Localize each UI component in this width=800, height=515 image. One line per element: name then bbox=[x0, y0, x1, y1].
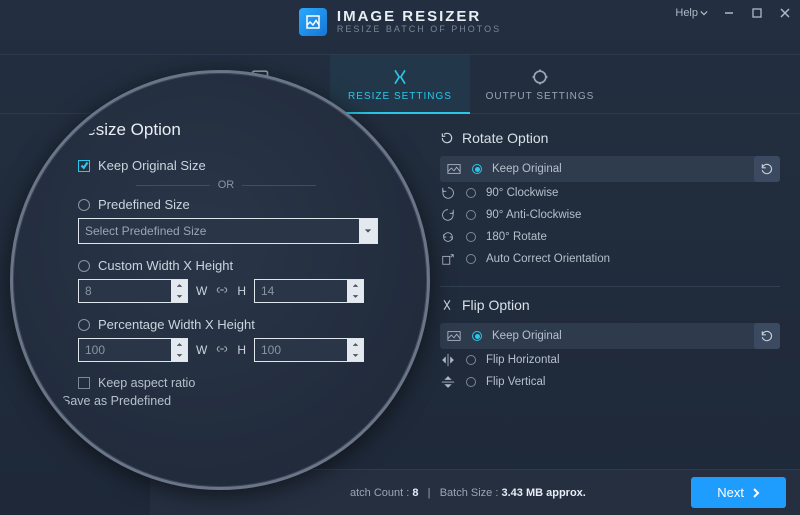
percent-width-value: 100 bbox=[85, 343, 105, 357]
checkbox-icon bbox=[78, 377, 90, 389]
chevron-right-icon bbox=[752, 488, 760, 498]
flip-icon bbox=[440, 298, 454, 312]
custom-label: Custom Width X Height bbox=[98, 258, 233, 273]
spinner-icon[interactable] bbox=[347, 280, 363, 302]
batch-size-value: 3.43 MB approx. bbox=[501, 487, 585, 499]
custom-size-option[interactable]: Custom Width X Height bbox=[78, 258, 390, 273]
maximize-button[interactable] bbox=[750, 6, 764, 20]
rotate-180[interactable]: 180° Rotate bbox=[440, 226, 780, 248]
flip-keep-label: Keep Original bbox=[492, 330, 562, 342]
tab-output-settings[interactable]: OUTPUT SETTINGS bbox=[470, 55, 610, 113]
rotate-keep-original[interactable]: Keep Original bbox=[440, 156, 780, 182]
image-icon bbox=[446, 329, 462, 343]
custom-width-value: 8 bbox=[85, 284, 92, 298]
reset-rotate-button[interactable] bbox=[754, 156, 780, 182]
gear-icon bbox=[530, 67, 550, 87]
flip-horizontal[interactable]: Flip Horizontal bbox=[440, 349, 780, 371]
rotate-acw-icon bbox=[440, 208, 456, 222]
predefined-size-select[interactable]: Select Predefined Size bbox=[78, 218, 378, 244]
flip-v-icon bbox=[440, 375, 456, 389]
help-menu[interactable]: Help bbox=[675, 7, 708, 19]
percentage-size-option[interactable]: Percentage Width X Height bbox=[78, 317, 390, 332]
minimize-button[interactable] bbox=[722, 6, 736, 20]
app-title: IMAGE RESIZER bbox=[337, 9, 481, 26]
radio-icon bbox=[472, 164, 482, 174]
app-subtitle: RESIZE BATCH OF PHOTOS bbox=[337, 25, 501, 35]
magnifier: Resize Option Keep Original Size OR Pred… bbox=[10, 70, 430, 490]
rotate-keep-label: Keep Original bbox=[492, 163, 562, 175]
radio-icon bbox=[466, 377, 476, 387]
percent-width-input[interactable]: 100 bbox=[78, 338, 188, 362]
flip-h-icon bbox=[440, 353, 456, 367]
tab-output-label: OUTPUT SETTINGS bbox=[486, 91, 595, 102]
dropdown-arrow-icon bbox=[359, 219, 377, 243]
flip-keep-original[interactable]: Keep Original bbox=[440, 323, 780, 349]
percent-height-value: 100 bbox=[261, 343, 281, 357]
custom-height-input[interactable]: 14 bbox=[254, 279, 364, 303]
chevron-down-icon bbox=[700, 9, 708, 17]
rotate-auto-label: Auto Correct Orientation bbox=[486, 253, 610, 265]
radio-icon bbox=[78, 199, 90, 211]
radio-icon bbox=[466, 188, 476, 198]
batch-size-label: Batch Size : bbox=[440, 487, 499, 499]
predefined-label: Predefined Size bbox=[98, 197, 190, 212]
auto-orient-icon bbox=[440, 252, 456, 266]
save-as-predefined[interactable]: Save as Predefined bbox=[62, 394, 390, 408]
keep-original-label: Keep Original Size bbox=[98, 158, 206, 173]
radio-icon bbox=[466, 232, 476, 242]
help-label: Help bbox=[675, 7, 698, 19]
checkbox-checked-icon bbox=[78, 160, 90, 172]
custom-height-value: 14 bbox=[261, 284, 274, 298]
radio-icon bbox=[466, 254, 476, 264]
spinner-icon[interactable] bbox=[347, 339, 363, 361]
radio-icon bbox=[466, 210, 476, 220]
rotate-90-acw[interactable]: 90° Anti-Clockwise bbox=[440, 204, 780, 226]
percentage-label: Percentage Width X Height bbox=[98, 317, 255, 332]
flip-vertical[interactable]: Flip Vertical bbox=[440, 371, 780, 393]
close-button[interactable] bbox=[778, 6, 792, 20]
rotate-90-cw[interactable]: 90° Clockwise bbox=[440, 182, 780, 204]
rotate-cw-label: 90° Clockwise bbox=[486, 187, 558, 199]
predefined-placeholder: Select Predefined Size bbox=[85, 224, 206, 238]
h-label: H bbox=[237, 284, 246, 298]
predefined-size-option[interactable]: Predefined Size bbox=[78, 197, 390, 212]
h-label: H bbox=[237, 343, 246, 357]
reset-flip-button[interactable] bbox=[754, 323, 780, 349]
flip-panel: Flip Option Keep Original Flip Horizonta… bbox=[440, 297, 780, 393]
divider bbox=[440, 286, 780, 287]
w-label: W bbox=[196, 343, 207, 357]
radio-icon bbox=[78, 319, 90, 331]
rotate-acw-label: 90° Anti-Clockwise bbox=[486, 209, 581, 221]
radio-icon bbox=[472, 331, 482, 341]
flip-v-label: Flip Vertical bbox=[486, 376, 545, 388]
percent-height-input[interactable]: 100 bbox=[254, 338, 364, 362]
rotate-180-icon bbox=[440, 230, 456, 244]
w-label: W bbox=[196, 284, 207, 298]
next-button[interactable]: Next bbox=[691, 477, 786, 508]
keep-aspect-ratio[interactable]: Keep aspect ratio bbox=[78, 376, 390, 390]
save-predef-label: Save as Predefined bbox=[62, 394, 171, 408]
flip-h-label: Flip Horizontal bbox=[486, 354, 560, 366]
custom-width-input[interactable]: 8 bbox=[78, 279, 188, 303]
flip-title: Flip Option bbox=[462, 297, 530, 313]
app-logo-icon bbox=[299, 8, 327, 36]
rotate-title: Rotate Option bbox=[462, 130, 548, 146]
rotate-auto[interactable]: Auto Correct Orientation bbox=[440, 248, 780, 270]
spinner-icon[interactable] bbox=[171, 280, 187, 302]
link-icon[interactable] bbox=[215, 342, 229, 359]
spinner-icon[interactable] bbox=[171, 339, 187, 361]
radio-icon bbox=[466, 355, 476, 365]
keep-aspect-label: Keep aspect ratio bbox=[98, 376, 195, 390]
radio-icon bbox=[78, 260, 90, 272]
keep-original-size[interactable]: Keep Original Size bbox=[78, 158, 390, 173]
rotate-icon bbox=[440, 131, 454, 145]
rotate-cw-icon bbox=[440, 186, 456, 200]
next-label: Next bbox=[717, 485, 744, 500]
rotate-180-label: 180° Rotate bbox=[486, 231, 547, 243]
rotate-panel: Rotate Option Keep Original 90° Clockwis… bbox=[440, 130, 780, 270]
or-divider: OR bbox=[136, 179, 316, 191]
link-icon[interactable] bbox=[215, 283, 229, 300]
image-icon bbox=[446, 162, 462, 176]
